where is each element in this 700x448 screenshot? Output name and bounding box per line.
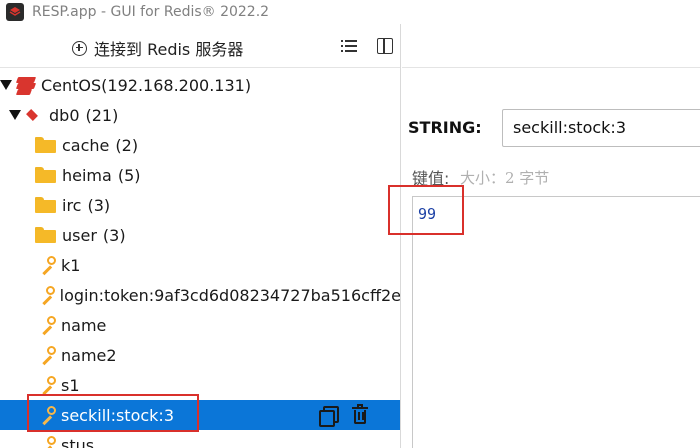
split-panel-icon[interactable]: [377, 38, 393, 54]
key-name: login:token:9af3cd6d08234727ba516cff2e: [59, 285, 401, 305]
row-actions: [317, 404, 371, 427]
folder-name: user: [62, 225, 97, 245]
tree-folder-row[interactable]: user (3): [0, 220, 400, 250]
tree-server-row[interactable]: CentOS(192.168.200.131): [0, 70, 400, 100]
key-name-field[interactable]: seckill:stock:3: [502, 109, 700, 147]
folder-count: (5): [117, 165, 141, 185]
folder-icon: [35, 137, 57, 153]
value-label: 键值:: [412, 169, 450, 188]
expand-arrow-icon[interactable]: [0, 80, 12, 90]
server-label: CentOS(192.168.200.131): [41, 75, 252, 95]
tree-db-row[interactable]: db0 (21): [0, 100, 400, 130]
db-count: (21): [85, 105, 119, 125]
key-icon: [37, 346, 57, 365]
connect-button-label: 连接到 Redis 服务器: [94, 40, 244, 59]
value-editor[interactable]: [412, 196, 700, 448]
folder-count: (3): [102, 225, 126, 245]
tree-folder-row[interactable]: irc (3): [0, 190, 400, 220]
tree-key-row[interactable]: login:token:9af3cd6d08234727ba516cff2e: [0, 280, 401, 310]
tree-key-row[interactable]: name: [0, 310, 400, 340]
key-type-label: STRING:: [408, 118, 482, 137]
window-title: RESP.app - GUI for Redis® 2022.2: [32, 4, 270, 20]
key-icon: [37, 286, 56, 305]
key-name: name: [61, 315, 107, 335]
folder-name: cache: [62, 135, 110, 155]
tree-key-row[interactable]: stus: [0, 430, 400, 448]
database-icon: [23, 109, 45, 121]
expand-arrow-icon[interactable]: [9, 110, 21, 120]
key-detail-panel: STRING: seckill:stock:3 键值: 大小：2 字节 99: [402, 24, 700, 448]
list-icon[interactable]: [341, 38, 357, 54]
connections-panel: 连接到 Redis 服务器 CentOS(192.168.200.131) db…: [0, 24, 401, 448]
tree-key-row-selected[interactable]: seckill:stock:3: [0, 400, 400, 430]
connections-toolbar: 连接到 Redis 服务器: [0, 24, 400, 68]
delete-key-icon[interactable]: [349, 404, 371, 426]
tree-key-row[interactable]: name2: [0, 340, 400, 370]
folder-count: (2): [115, 135, 139, 155]
key-icon: [37, 256, 57, 275]
key-icon: [37, 376, 57, 395]
key-icon: [37, 406, 57, 425]
connect-to-redis-button[interactable]: 连接到 Redis 服务器: [72, 36, 243, 60]
folder-icon: [35, 227, 57, 243]
tree-key-row[interactable]: k1: [0, 250, 400, 280]
value-text[interactable]: 99: [418, 205, 436, 223]
detail-toolbar: [402, 24, 700, 68]
app-icon: [6, 3, 24, 21]
key-name: stus: [61, 435, 95, 448]
tree-folder-row[interactable]: heima (5): [0, 160, 400, 190]
folder-name: irc: [62, 195, 82, 215]
folder-name: heima: [62, 165, 112, 185]
key-name: name2: [61, 345, 117, 365]
copy-key-icon[interactable]: [317, 404, 339, 427]
folder-icon: [35, 197, 57, 213]
redis-server-icon: [15, 76, 37, 95]
add-circle-icon: [72, 40, 87, 56]
folder-icon: [35, 167, 57, 183]
tree-folder-row[interactable]: cache (2): [0, 130, 400, 160]
key-icon: [37, 316, 57, 335]
tree-key-row[interactable]: s1: [0, 370, 400, 400]
db-name: db0: [49, 105, 80, 125]
title-bar: RESP.app - GUI for Redis® 2022.2: [0, 0, 700, 24]
folder-count: (3): [87, 195, 111, 215]
key-name: s1: [61, 375, 80, 395]
key-name: k1: [61, 255, 81, 275]
value-size-label: 大小：2 字节: [460, 169, 550, 187]
key-icon: [37, 436, 57, 448]
selected-key-name: seckill:stock:3: [61, 405, 174, 425]
